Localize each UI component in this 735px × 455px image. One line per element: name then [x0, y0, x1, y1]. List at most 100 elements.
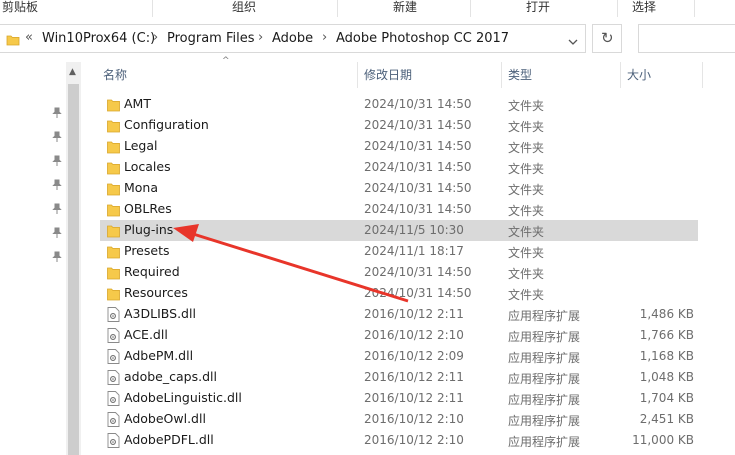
folder-row[interactable]: Presets 2024/11/1 18:17 文件夹 — [100, 241, 698, 262]
file-date: 2016/10/12 2:11 — [364, 370, 464, 384]
dll-file-icon — [107, 412, 120, 431]
folder-icon — [107, 265, 120, 284]
pin-icon[interactable] — [52, 203, 62, 215]
file-type: 应用程序扩展 — [508, 330, 581, 344]
navigation-pane — [0, 62, 66, 455]
column-header-name[interactable]: 名称 — [103, 62, 127, 88]
ribbon-label-clipboard: 剪贴板 — [2, 0, 39, 14]
folder-row[interactable]: Configuration 2024/10/31 14:50 文件夹 — [100, 115, 698, 136]
ribbon-divider — [152, 0, 153, 17]
breadcrumb-adobe[interactable]: Adobe — [272, 31, 313, 46]
scroll-up-icon[interactable]: ▲ — [69, 67, 76, 77]
column-header-date[interactable]: 修改日期 — [364, 62, 412, 88]
file-type: 文件夹 — [508, 246, 545, 260]
nav-scrollbar[interactable]: ▲ — [66, 62, 81, 455]
chevron-right-icon[interactable]: › — [153, 30, 158, 45]
pin-icon[interactable] — [52, 179, 62, 191]
folder-icon — [6, 32, 20, 51]
sort-ascending-icon: ^ — [222, 56, 230, 66]
ribbon-label-new: 新建 — [393, 0, 418, 14]
file-row[interactable]: AdbePM.dll 2016/10/12 2:09 应用程序扩展 1,168 KB — [100, 346, 698, 367]
folder-row[interactable]: Resources 2024/10/31 14:50 文件夹 — [100, 283, 698, 304]
pin-icon[interactable] — [52, 227, 62, 239]
refresh-button[interactable]: ↻ — [592, 24, 622, 53]
search-input[interactable] — [638, 24, 735, 53]
file-name: Presets — [124, 243, 170, 258]
folder-icon — [107, 244, 120, 263]
pin-icon[interactable] — [52, 251, 62, 263]
file-row[interactable]: AdobeLinguistic.dll 2016/10/12 2:11 应用程序扩展… — [100, 388, 698, 409]
dll-file-icon — [107, 349, 120, 368]
refresh-icon: ↻ — [601, 29, 614, 47]
file-name: AdbePM.dll — [124, 348, 194, 363]
folder-row[interactable]: Mona 2024/10/31 14:50 文件夹 — [100, 178, 698, 199]
overflow-chevron-icon[interactable]: « — [25, 30, 33, 45]
file-name: AdobePDFL.dll — [124, 432, 214, 447]
ribbon-divider — [470, 0, 471, 17]
ribbon-group-labels: 剪贴板 组织 新建 打开 选择 — [0, 0, 735, 17]
breadcrumb-photoshop[interactable]: Adobe Photoshop CC 2017 — [336, 31, 509, 46]
ribbon-divider — [694, 0, 695, 17]
chevron-right-icon[interactable]: › — [258, 30, 263, 45]
column-divider[interactable] — [357, 62, 358, 88]
dll-file-icon — [107, 433, 120, 452]
file-row[interactable]: AdobeOwl.dll 2016/10/12 2:10 应用程序扩展 2,451 K… — [100, 409, 698, 430]
folder-row[interactable]: OBLRes 2024/10/31 14:50 文件夹 — [100, 199, 698, 220]
column-divider[interactable] — [702, 62, 703, 88]
folder-row[interactable]: Required 2024/10/31 14:50 文件夹 — [100, 262, 698, 283]
chevron-right-icon[interactable]: › — [322, 30, 327, 45]
pin-icon[interactable] — [52, 131, 62, 143]
dll-file-icon — [107, 328, 120, 347]
scrollbar-thumb[interactable] — [68, 84, 79, 455]
folder-row[interactable]: Plug-ins 2024/11/5 10:30 文件夹 — [100, 220, 698, 241]
file-date: 2016/10/12 2:11 — [364, 307, 464, 321]
ribbon-label-organize: 组织 — [232, 0, 257, 14]
file-name: OBLRes — [124, 201, 172, 216]
folder-icon — [107, 181, 120, 200]
file-date: 2024/10/31 14:50 — [364, 160, 472, 174]
breadcrumb-program-files[interactable]: Program Files — [167, 31, 255, 46]
pin-icon[interactable] — [52, 155, 62, 167]
dll-file-icon — [107, 391, 120, 410]
file-size: 1,168 KB — [639, 349, 694, 363]
breadcrumb-drive[interactable]: Win10Prox64 (C:) — [42, 31, 155, 46]
file-date: 2024/10/31 14:50 — [364, 97, 472, 111]
file-row[interactable]: A3DLIBS.dll 2016/10/12 2:11 应用程序扩展 1,486 KB — [100, 304, 698, 325]
file-type: 文件夹 — [508, 99, 545, 113]
file-name: AdobeLinguistic.dll — [124, 390, 242, 405]
ribbon-label-select: 选择 — [632, 0, 657, 14]
folder-row[interactable]: AMT 2024/10/31 14:50 文件夹 — [100, 94, 698, 115]
address-bar[interactable]: « Win10Prox64 (C:) › Program Files › Ado… — [0, 24, 586, 53]
folder-icon — [107, 139, 120, 158]
file-date: 2024/11/5 10:30 — [364, 223, 464, 237]
file-name: Configuration — [124, 117, 209, 132]
column-divider[interactable] — [620, 62, 621, 88]
file-row[interactable]: adobe_caps.dll 2016/10/12 2:11 应用程序扩展 1,048… — [100, 367, 698, 388]
column-divider[interactable] — [501, 62, 502, 88]
file-row[interactable]: AdobePDFL.dll 2016/10/12 2:10 应用程序扩展 11,000… — [100, 430, 698, 451]
folder-row[interactable]: Legal 2024/10/31 14:50 文件夹 — [100, 136, 698, 157]
folder-icon — [107, 202, 120, 221]
column-header-type[interactable]: 类型 — [508, 62, 532, 88]
folder-icon — [107, 160, 120, 179]
chevron-down-icon[interactable] — [567, 33, 579, 52]
file-size: 1,766 KB — [639, 328, 694, 342]
file-date: 2016/10/12 2:10 — [364, 412, 464, 426]
file-date: 2016/10/12 2:10 — [364, 433, 464, 447]
address-row: « Win10Prox64 (C:) › Program Files › Ado… — [0, 17, 735, 62]
folder-icon — [107, 97, 120, 116]
pin-icon[interactable] — [52, 107, 62, 119]
file-type: 文件夹 — [508, 204, 545, 218]
file-type: 文件夹 — [508, 288, 545, 302]
file-name: Plug-ins — [124, 222, 174, 237]
file-date: 2016/10/12 2:11 — [364, 391, 464, 405]
folder-row[interactable]: Locales 2024/10/31 14:50 文件夹 — [100, 157, 698, 178]
file-name: Required — [124, 264, 180, 279]
file-row[interactable]: ACE.dll 2016/10/12 2:10 应用程序扩展 1,766 KB — [100, 325, 698, 346]
file-date: 2024/10/31 14:50 — [364, 286, 472, 300]
column-header-size[interactable]: 大小 — [627, 62, 651, 88]
file-name: ACE.dll — [124, 327, 168, 342]
file-date: 2024/11/1 18:17 — [364, 244, 464, 258]
file-name: Legal — [124, 138, 158, 153]
file-name: Locales — [124, 159, 171, 174]
